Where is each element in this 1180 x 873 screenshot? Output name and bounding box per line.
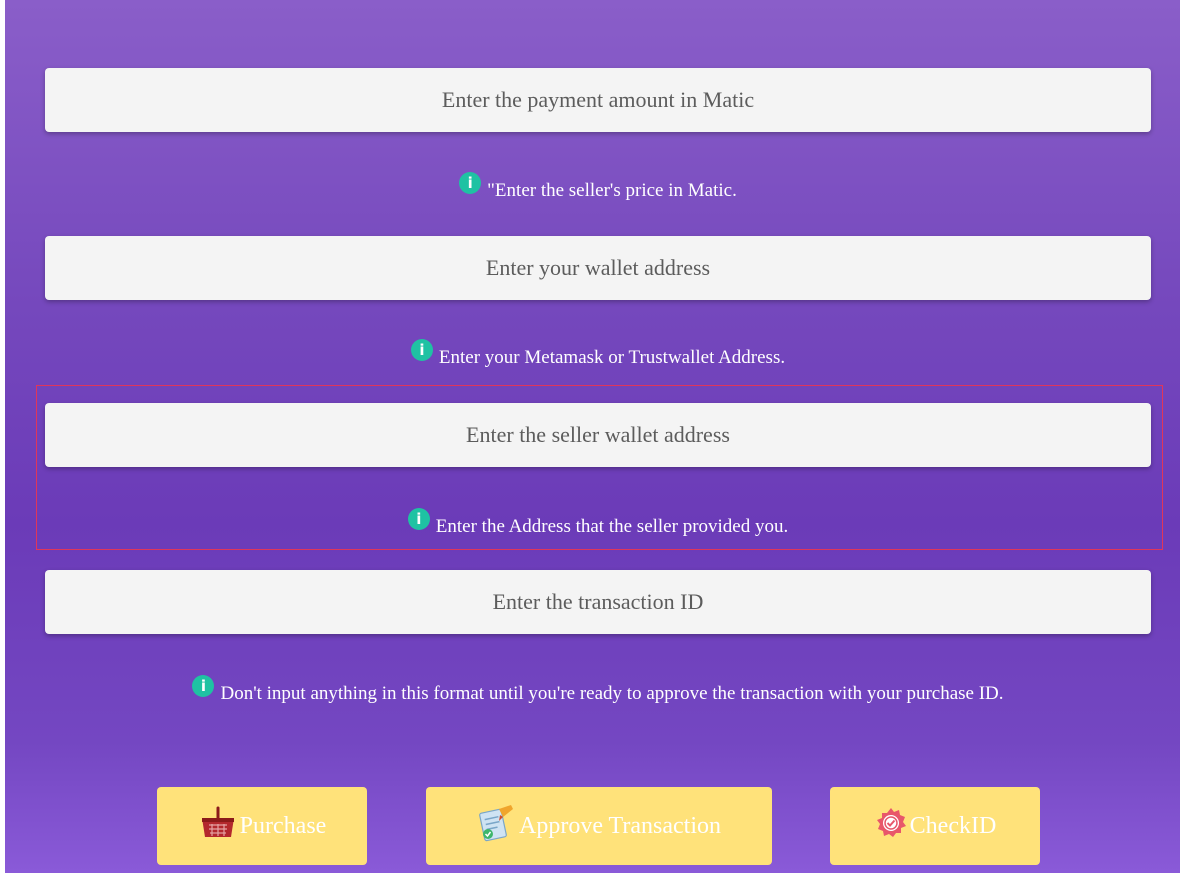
info-icon: i [410,339,433,361]
basket-icon [198,806,238,847]
payment-amount-input[interactable] [45,68,1151,132]
seller-hint-text: Enter the Address that the seller provid… [435,516,789,537]
approve-transaction-button[interactable]: Approve Transaction [426,787,772,865]
info-icon: i [192,675,215,697]
transaction-hint-text: Don't input anything in this format unti… [220,683,1004,704]
purchase-button[interactable]: Purchase [157,787,367,865]
transaction-hint: i Don't input anything in this format unt… [45,675,1151,707]
wallet-hint: i Enter your Metamask or Trustwallet Addr… [45,339,1151,371]
approve-label: Approve Transaction [519,812,721,839]
info-icon: i [459,172,482,194]
wallet-hint-text: Enter your Metamask or Trustwallet Addre… [438,347,786,368]
purchase-label: Purchase [239,812,327,839]
form-panel: i"Enter the seller's price in Matic. iEn… [5,0,1180,873]
payment-hint-text: "Enter the seller's price in Matic. [487,180,737,201]
document-pen-icon [477,803,517,850]
seller-hint: i Enter the Address that the seller provi… [45,508,1151,540]
payment-hint: i "Enter the seller's price in Matic. [45,172,1151,204]
badge-icon [874,806,908,847]
wallet-address-input[interactable] [45,236,1151,300]
check-id-label: CheckID [909,812,997,839]
seller-address-input[interactable] [45,403,1151,467]
check-id-button[interactable]: CheckID [830,787,1040,865]
info-icon: i [407,508,430,530]
transaction-id-input[interactable] [45,570,1151,634]
